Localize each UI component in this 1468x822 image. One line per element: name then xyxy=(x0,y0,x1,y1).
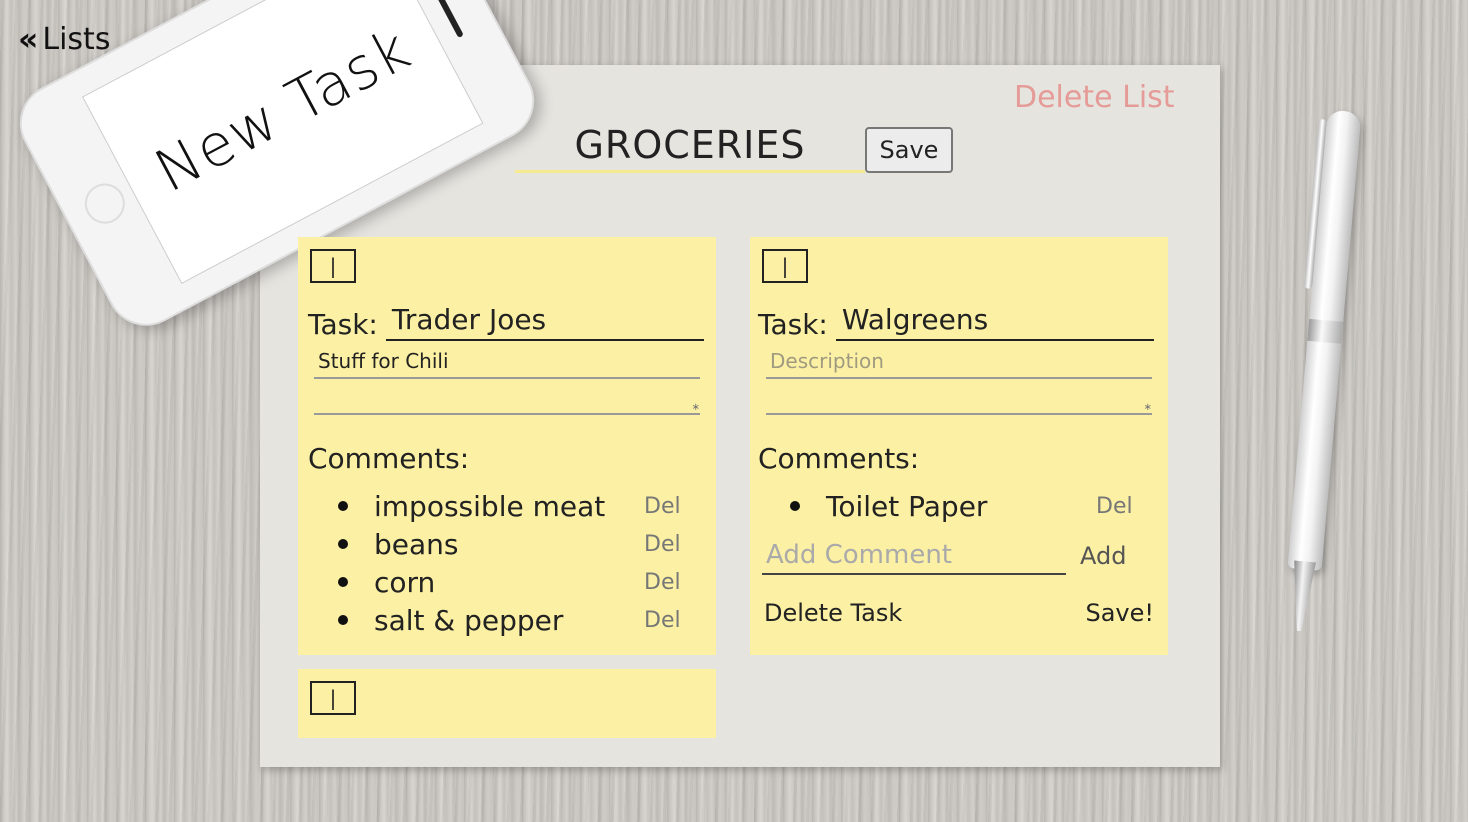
task-name-input[interactable]: Walgreens xyxy=(835,301,1154,341)
pen-tip xyxy=(1288,560,1316,632)
task-card-3: | xyxy=(298,669,716,738)
description-input[interactable]: Description xyxy=(766,345,1152,379)
comments-label: Comments: xyxy=(308,442,470,475)
delete-comment-button[interactable]: Del xyxy=(644,608,681,633)
description-textarea[interactable]: ∗ xyxy=(314,387,700,415)
comment-text: Toilet Paper xyxy=(826,489,988,523)
pen-band xyxy=(1307,318,1344,344)
delete-comment-button[interactable]: Del xyxy=(644,494,681,519)
list-title: GROCERIES xyxy=(574,123,806,167)
comment-text: impossible meat xyxy=(374,489,606,523)
comment-list: Toilet Paper Del xyxy=(790,487,1133,525)
drag-handle[interactable]: | xyxy=(310,249,356,283)
phone-speaker-icon xyxy=(435,0,464,39)
bullet-icon xyxy=(790,501,800,511)
save-task-button[interactable]: Save! xyxy=(1085,599,1154,627)
task-card-1: | Task: Trader Joes Stuff for Chili ∗ Co… xyxy=(298,237,716,655)
task-name-input[interactable]: Trader Joes xyxy=(385,301,704,341)
card-footer: Delete Task Save! xyxy=(764,599,1154,627)
bullet-icon xyxy=(338,577,348,587)
back-link-label: Lists xyxy=(42,21,111,57)
bullet-icon xyxy=(338,539,348,549)
comment-text: beans xyxy=(374,527,459,561)
list-item: impossible meat Del xyxy=(338,487,681,525)
comment-text: salt & pepper xyxy=(374,603,564,637)
new-task-label: New Task xyxy=(144,14,422,206)
drag-handle[interactable]: | xyxy=(310,681,356,715)
phone-home-button-icon xyxy=(77,176,132,231)
task-card-2: | Task: Walgreens Description ∗ Comments… xyxy=(750,237,1168,655)
add-comment-button[interactable]: Add xyxy=(1080,542,1126,570)
task-label: Task: xyxy=(308,308,378,341)
description-input[interactable]: Stuff for Chili xyxy=(314,345,700,379)
resize-grip-icon: ∗ xyxy=(691,402,700,413)
delete-comment-button[interactable]: Del xyxy=(644,570,681,595)
comments-label: Comments: xyxy=(758,442,920,475)
list-item: beans Del xyxy=(338,525,681,563)
add-comment-input[interactable]: Add Comment xyxy=(762,537,1066,575)
task-name-row: Task: Walgreens xyxy=(758,301,1154,341)
resize-grip-icon: ∗ xyxy=(1143,402,1152,413)
list-item: Toilet Paper Del xyxy=(790,487,1133,525)
save-list-button[interactable]: Save xyxy=(865,127,953,173)
comment-list: impossible meat Del beans Del corn Del s… xyxy=(338,487,681,639)
delete-comment-button[interactable]: Del xyxy=(644,532,681,557)
delete-task-button[interactable]: Delete Task xyxy=(764,599,902,627)
task-label: Task: xyxy=(758,308,828,341)
add-comment-row: Add Comment Add xyxy=(762,537,1126,575)
drag-handle[interactable]: | xyxy=(762,249,808,283)
back-to-lists-link[interactable]: ‹‹ Lists xyxy=(18,20,110,58)
bullet-icon xyxy=(338,615,348,625)
list-title-input[interactable]: GROCERIES xyxy=(515,120,865,173)
comment-text: corn xyxy=(374,565,436,599)
delete-list-button[interactable]: Delete List xyxy=(1014,80,1175,115)
task-name-row: Task: Trader Joes xyxy=(308,301,704,341)
double-chevron-left-icon: ‹‹ xyxy=(18,20,39,58)
bullet-icon xyxy=(338,501,348,511)
list-item: salt & pepper Del xyxy=(338,601,681,639)
list-item: corn Del xyxy=(338,563,681,601)
description-textarea[interactable]: ∗ xyxy=(766,387,1152,415)
delete-comment-button[interactable]: Del xyxy=(1096,494,1133,519)
